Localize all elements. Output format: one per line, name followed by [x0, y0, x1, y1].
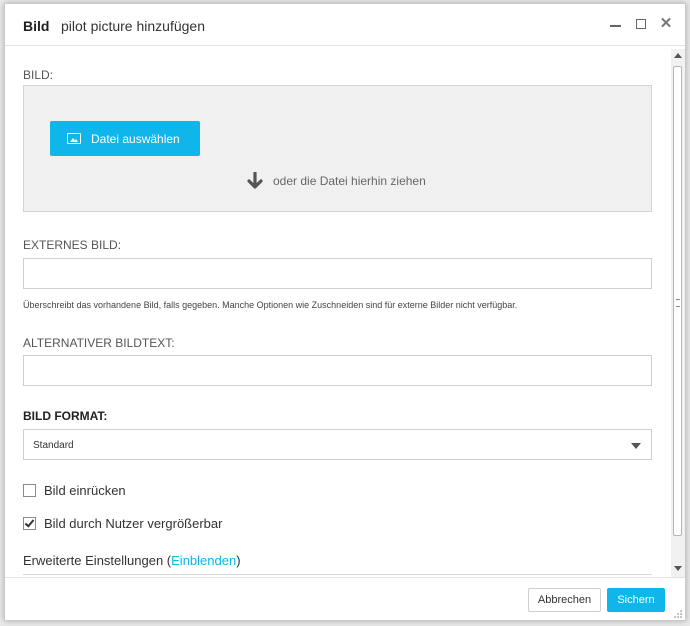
- close-icon[interactable]: ✕: [658, 16, 674, 32]
- scrollbar[interactable]: [671, 49, 685, 577]
- scroll-down-icon[interactable]: [674, 566, 682, 571]
- cancel-button[interactable]: Abbrechen: [528, 588, 601, 612]
- show-advanced-link[interactable]: Einblenden: [171, 553, 236, 568]
- indent-image-label: Bild einrücken: [44, 483, 126, 498]
- dialog-titlebar[interactable]: Bild pilot picture hinzufügen ✕: [5, 4, 685, 46]
- enlargeable-label: Bild durch Nutzer vergrößerbar: [44, 516, 223, 531]
- save-button[interactable]: Sichern: [607, 588, 665, 612]
- minimize-icon[interactable]: [608, 16, 624, 32]
- enlargeable-checkbox[interactable]: [23, 517, 36, 530]
- resize-grip-icon[interactable]: [673, 609, 682, 618]
- maximize-icon[interactable]: [634, 16, 650, 32]
- alt-text-label: ALTERNATIVER BILDTEXT:: [23, 336, 175, 350]
- image-dialog: Bild pilot picture hinzufügen ✕ BILD: Da…: [4, 3, 686, 621]
- drop-hint-text: oder die Datei hierhin ziehen: [273, 174, 426, 188]
- divider: [23, 574, 652, 575]
- scroll-thumb[interactable]: [673, 66, 682, 536]
- dialog-content: BILD: Datei auswählen oder die Datei hie…: [5, 46, 671, 577]
- advanced-settings: Erweiterte Einstellungen (Einblenden): [23, 553, 241, 568]
- image-field-label: BILD:: [23, 68, 54, 82]
- dialog-subtitle: pilot picture hinzufügen: [61, 18, 205, 34]
- alt-text-input[interactable]: [23, 355, 652, 386]
- arrow-down-icon: [247, 172, 263, 189]
- dialog-title: Bild: [23, 18, 50, 34]
- advanced-settings-close: ): [236, 553, 241, 568]
- choose-file-button[interactable]: Datei auswählen: [50, 121, 200, 156]
- image-format-label: BILD FORMAT:: [23, 409, 108, 423]
- image-icon: [67, 133, 81, 144]
- chevron-down-icon: [631, 443, 641, 449]
- image-format-value: Standard: [33, 440, 74, 451]
- image-dropzone[interactable]: Datei auswählen oder die Datei hierhin z…: [23, 85, 652, 212]
- dialog-footer: Abbrechen Sichern: [5, 577, 685, 622]
- indent-image-checkbox[interactable]: [23, 484, 36, 497]
- advanced-settings-text: Erweiterte Einstellungen (: [23, 553, 172, 568]
- external-image-input[interactable]: [23, 258, 652, 289]
- choose-file-label: Datei auswählen: [91, 132, 180, 146]
- grip-icon: [676, 299, 680, 307]
- external-image-label: EXTERNES BILD:: [23, 238, 122, 252]
- scroll-up-icon[interactable]: [674, 53, 682, 58]
- image-format-select[interactable]: Standard: [23, 429, 652, 460]
- external-image-help: Überschreibt das vorhandene Bild, falls …: [23, 300, 518, 310]
